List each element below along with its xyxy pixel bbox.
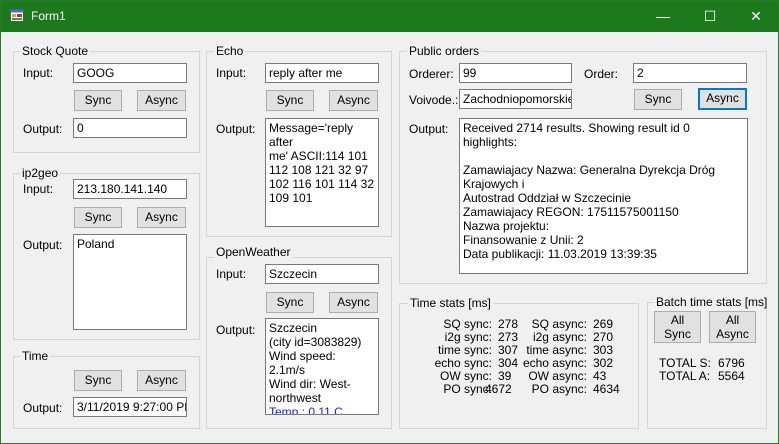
all-async-button[interactable]: All Async [709, 311, 756, 343]
orders-output-line: Received 2714 results. Showing result id… [463, 121, 690, 149]
weather-output-line: northwest [269, 391, 322, 405]
stock-sync-button[interactable]: Sync [74, 90, 122, 111]
sync-stat-value: 4672 [485, 382, 512, 396]
all-sync-button[interactable]: All Sync [654, 311, 701, 343]
main-window: Form1 — ☐ ✕ Stock Quote Input: GOOG Sync… [0, 0, 779, 444]
time-async-button[interactable]: Async [137, 370, 186, 391]
all-async-label-line: All [725, 313, 740, 327]
window-title: Form1 [31, 9, 66, 23]
stock-input-label: Input: [23, 66, 54, 80]
async-stat-value: 4634 [593, 382, 620, 396]
stock-input-field[interactable]: GOOG [73, 63, 187, 83]
echo-title: Echo [214, 44, 246, 58]
echo-output-line: 109 101 [269, 191, 313, 205]
order-input-field[interactable]: 2 [633, 63, 747, 83]
ip2geo-async-button[interactable]: Async [137, 207, 186, 228]
time-group [13, 356, 200, 429]
weather-output-line: (city id=3083829) [269, 335, 362, 349]
orders-output-line: Finansowanie z Unii: 2 [463, 233, 584, 247]
echo-output-line: 102 116 101 114 32 [269, 177, 374, 191]
public-orders-title: Public orders [407, 44, 482, 58]
weather-output-area[interactable]: Szczecin (city id=3083829) Wind speed: 2… [265, 318, 379, 415]
voivode-input-field[interactable]: Zachodniopomorskie [459, 89, 572, 109]
orderer-input-field[interactable]: 99 [459, 63, 572, 83]
minimize-icon: — [656, 8, 670, 24]
orders-output-line: Zamawiajacy Nazwa: Generalna Dyrekcja Dr… [463, 163, 716, 191]
time-sync-button[interactable]: Sync [74, 370, 122, 391]
echo-output-line: Message='reply after [269, 121, 353, 149]
maximize-icon: ☐ [703, 8, 717, 24]
weather-output-line: Wind speed: 2.1m/s [269, 349, 336, 377]
orders-output-line: Nazwa projektu: [463, 219, 550, 233]
weather-input-label: Input: [216, 267, 247, 281]
stock-async-button[interactable]: Async [137, 90, 186, 111]
ip2geo-output-area[interactable]: Poland [73, 234, 187, 330]
time-output-field[interactable]: 3/11/2019 9:27:00 PM [73, 397, 187, 417]
minimize-button[interactable]: — [640, 1, 686, 32]
echo-output-line: me' ASCII:114 101 [269, 149, 368, 163]
total-async-label: TOTAL A: [659, 369, 711, 383]
sync-stat-label: PO sync: [443, 382, 492, 396]
all-sync-label-line: All [670, 313, 685, 327]
orders-output-label: Output: [409, 122, 449, 136]
ip2geo-title: ip2geo [20, 166, 61, 180]
openweather-title: OpenWeather [214, 245, 293, 259]
time-output-label: Output: [23, 401, 63, 415]
weather-output-line: Szczecin [269, 321, 318, 335]
orders-output-line: Zamawiajacy REGON: 17511575001150 [463, 205, 679, 219]
echo-input-label: Input: [216, 66, 247, 80]
total-async-value: 5564 [718, 369, 745, 383]
order-label: Order: [584, 67, 619, 81]
all-sync-label-line: Sync [664, 327, 691, 341]
ip2geo-output-label: Output: [23, 238, 63, 252]
weather-output-line: Wind dir: West- [269, 377, 351, 391]
weather-temperature-line: Temp.: 0.11 C [269, 405, 343, 415]
stock-output-field[interactable]: 0 [73, 118, 187, 138]
ip2geo-sync-button[interactable]: Sync [74, 207, 122, 228]
weather-input-field[interactable]: Szczecin [265, 264, 379, 284]
orders-output-line: Autostrad Oddział w Szczecinie [463, 191, 632, 205]
echo-async-button[interactable]: Async [329, 90, 378, 111]
stock-output-label: Output: [23, 122, 63, 136]
weather-sync-button[interactable]: Sync [266, 292, 314, 313]
echo-input-field[interactable]: reply after me [265, 63, 379, 83]
stock-quote-title: Stock Quote [20, 44, 91, 58]
maximize-button[interactable]: ☐ [687, 1, 733, 32]
app-icon [10, 9, 24, 22]
orderer-label: Orderer: [409, 67, 454, 81]
voivode-label: Voivode.: [409, 93, 459, 107]
orders-async-button[interactable]: Async [698, 88, 747, 110]
weather-async-button[interactable]: Async [329, 292, 378, 313]
orders-output-line [463, 149, 744, 163]
async-stat-label: PO async: [531, 382, 587, 396]
echo-sync-button[interactable]: Sync [266, 90, 314, 111]
echo-output-label: Output: [216, 122, 256, 136]
echo-output-line: 112 108 121 32 97 [269, 163, 369, 177]
title-bar[interactable]: Form1 — ☐ ✕ [1, 1, 778, 32]
all-async-label-line: Async [716, 327, 749, 341]
ip2geo-input-label: Input: [23, 182, 54, 196]
orders-output-line: Data publikacji: 11.03.2019 13:39:35 [463, 247, 657, 261]
orders-sync-button[interactable]: Sync [634, 89, 682, 110]
orders-output-area[interactable]: Received 2714 results. Showing result id… [459, 118, 748, 274]
time-stats-title: Time stats [ms] [408, 296, 493, 310]
weather-output-label: Output: [216, 323, 256, 337]
ip2geo-input-field[interactable]: 213.180.141.140 [73, 179, 187, 199]
echo-output-area[interactable]: Message='reply after me' ASCII:114 101 1… [265, 118, 379, 227]
batch-stats-title: Batch time stats [ms] [654, 295, 770, 309]
close-icon: ✕ [750, 8, 762, 24]
close-button[interactable]: ✕ [733, 1, 779, 32]
time-title: Time [20, 349, 51, 363]
